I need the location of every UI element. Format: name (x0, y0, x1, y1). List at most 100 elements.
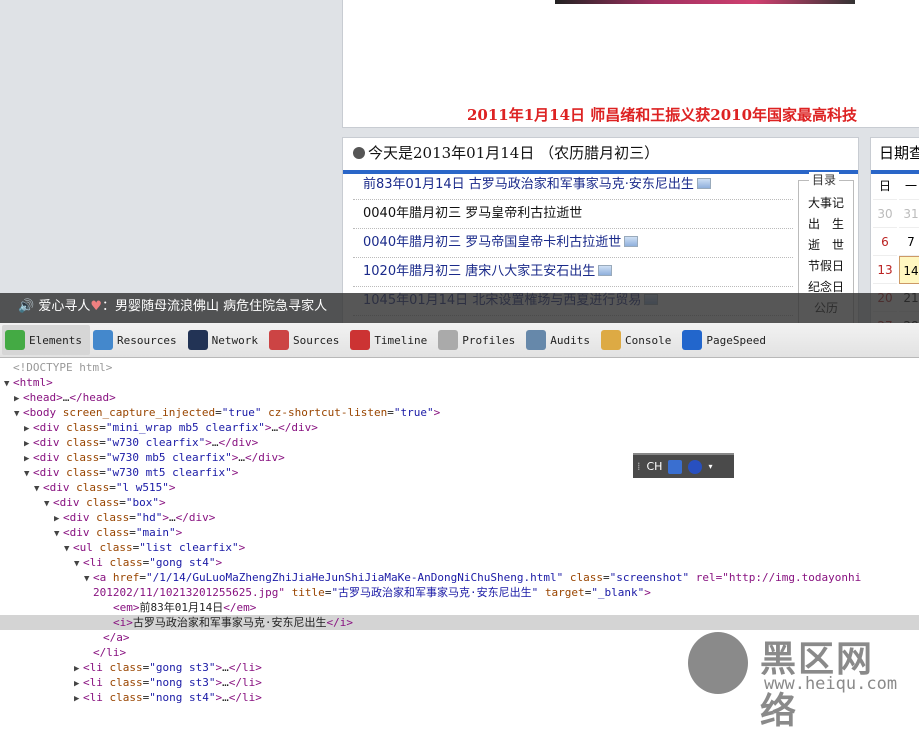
node-markup: <div class="w730 mt5 clearfix"> (33, 466, 239, 479)
tab-network[interactable]: Network (185, 325, 266, 355)
dom-node-line[interactable]: ▶ <div class="mini_wrap mb5 clearfix">…</… (0, 420, 919, 435)
event-text: 罗马皇帝利古拉逝世 (465, 206, 583, 221)
dom-node-line[interactable]: ▼ <div class="main"> (0, 525, 919, 540)
event-date: 前83年01月14日 (363, 177, 465, 192)
watermark: 黑区网络 www.heiqu.com (688, 630, 908, 732)
node-markup: <div class="hd">…</div> (63, 511, 216, 524)
notice-text[interactable]: ：男婴随母流浪佛山 病危住院急寻家人 (102, 299, 327, 314)
toc-item[interactable]: 出 生 (799, 214, 853, 235)
event-row[interactable]: 0040年腊月初三 罗马帝国皇帝卡利古拉逝世 (353, 229, 793, 258)
node-markup: <li class="nong st3">…</li> (83, 676, 262, 689)
toc-item[interactable]: 大事记 (799, 193, 853, 214)
weekday-label: 一 (899, 172, 919, 200)
node-markup: <html> (13, 376, 53, 389)
event-row[interactable]: 1020年腊月初三 唐宋八大家王安石出生 (353, 258, 793, 287)
dom-node-line[interactable]: ▶ <div class="w730 clearfix">…</div> (0, 435, 919, 450)
event-row[interactable]: 0040年腊月初三 罗马皇帝利古拉逝世 (353, 200, 793, 229)
ime-language[interactable]: CH (647, 460, 663, 473)
dom-node-line[interactable]: ▶ <head>…</head> (0, 390, 919, 405)
timeline-icon (350, 330, 371, 350)
profiles-icon (438, 330, 459, 350)
picture-icon (624, 236, 639, 247)
help-icon[interactable] (688, 459, 703, 474)
node-markup: <li class="gong st4"> (83, 556, 223, 569)
dom-node-line[interactable]: ▼ <li class="gong st4"> (0, 555, 919, 570)
calendar-day[interactable]: 6 (873, 228, 897, 256)
ime-menu-icon[interactable]: ▾ (708, 462, 712, 471)
dom-node-line[interactable]: <i>古罗马政治家和军事家马克·安东尼出生</i> (0, 615, 919, 630)
network-icon (187, 330, 208, 350)
notice-bar[interactable]: 🔊 爱心寻人♥：男婴随母流浪佛山 病危住院急寻家人 (0, 293, 919, 323)
sources-icon (268, 330, 289, 350)
calendar-day[interactable]: 30 (873, 200, 897, 228)
dom-node-line[interactable]: ▼ <div class="box"> (0, 495, 919, 510)
toc-item[interactable]: 逝 世 (799, 235, 853, 256)
dom-node-line[interactable]: ▶ <div class="hd">…</div> (0, 510, 919, 525)
tab-sources[interactable]: Sources (266, 325, 347, 355)
event-text: 唐宋八大家王安石出生 (465, 264, 596, 279)
today-header: 今天是2013年01月14日 （农历腊月初三） (343, 138, 858, 174)
dom-node-line[interactable]: ▼ <div class="w730 mt5 clearfix"> (0, 465, 919, 480)
watermark-url: www.heiqu.com (764, 674, 898, 694)
tab-elements[interactable]: Elements (2, 325, 90, 355)
headline-link[interactable]: 2011年1月14日 师昌绪和王振义获2010年国家最高科技 (467, 104, 857, 125)
node-markup: <div class="box"> (53, 496, 166, 509)
picture-icon (696, 178, 711, 189)
pagespeed-icon (682, 330, 703, 350)
event-date: 0040年腊月初三 (363, 235, 462, 250)
node-markup: <div class="w730 mb5 clearfix">…</div> (33, 451, 285, 464)
dom-node-line[interactable]: <em>前83年01月14日</em> (0, 600, 919, 615)
calendar-day[interactable]: 13 (873, 256, 897, 284)
ime-toolbar[interactable]: ⁞ CH ▾ (633, 453, 734, 478)
node-markup: </a> (103, 631, 130, 644)
tab-audits[interactable]: Audits (523, 325, 598, 355)
calendar-day[interactable]: 14 (899, 256, 919, 284)
node-markup: <li class="gong st3">…</li> (83, 661, 262, 674)
browser-page: 2011年1月14日 师昌绪和王振义获2010年国家最高科技 今天是2013年0… (0, 0, 919, 323)
node-markup: <body screen_capture_injected="true" cz-… (23, 406, 441, 419)
node-markup: <div class="main"> (63, 526, 183, 539)
node-markup: <div class="w730 clearfix">…</div> (33, 436, 259, 449)
event-row[interactable]: 前83年01月14日 古罗马政治家和军事家马克·安东尼出生 (353, 171, 793, 200)
toc-title: 目录 (809, 172, 840, 188)
notice-prefix: 爱心寻人 (38, 299, 91, 314)
heart-icon: ♥ (90, 299, 102, 314)
calendar-title: 日期查 (871, 138, 919, 174)
calendar-day[interactable]: 31 (899, 200, 919, 228)
event-date: 0040年腊月初三 (363, 206, 462, 221)
node-markup: <div class="l w515"> (43, 481, 176, 494)
today-title: 今天是2013年01月14日 （农历腊月初三） (368, 144, 660, 162)
console-icon (601, 330, 622, 350)
toc-item[interactable]: 节假日 (799, 256, 853, 277)
tab-console[interactable]: Console (598, 325, 679, 355)
tab-profiles[interactable]: Profiles (435, 325, 523, 355)
node-markup: 201202/11/10213201255625.jpg" title="古罗马… (93, 586, 651, 599)
calendar-day[interactable]: 7 (899, 228, 919, 256)
ime-p-icon[interactable] (668, 459, 683, 474)
node-markup: <!DOCTYPE html> (13, 361, 113, 374)
dom-node-line[interactable]: <!DOCTYPE html> (0, 360, 919, 375)
dom-node-line[interactable]: ▼ <body screen_capture_injected="true" cz… (0, 405, 919, 420)
tab-timeline[interactable]: Timeline (347, 325, 435, 355)
node-markup: <div class="mini_wrap mb5 clearfix">…</d… (33, 421, 318, 434)
tab-pagespeed[interactable]: PageSpeed (679, 325, 774, 355)
event-text: 古罗马政治家和军事家马克·安东尼出生 (468, 177, 694, 192)
dom-node-line[interactable]: ▼ <a href="/1/14/GuLuoMaZhengZhiJiaHeJunS… (0, 570, 919, 585)
node-markup: <ul class="list clearfix"> (73, 541, 246, 554)
dom-node-line[interactable]: ▼ <ul class="list clearfix"> (0, 540, 919, 555)
node-markup: <i>古罗马政治家和军事家马克·安东尼出生</i> (113, 616, 353, 629)
dom-node-line[interactable]: 201202/11/10213201255625.jpg" title="古罗马… (0, 585, 919, 600)
devtools-toolbar: Elements Resources Network Sources Timeline P… (0, 323, 919, 358)
dom-node-line[interactable]: ▼ <div class="l w515"> (0, 480, 919, 495)
elements-icon (5, 330, 25, 350)
tab-resources[interactable]: Resources (90, 325, 185, 355)
speaker-icon: 🔊 (18, 299, 35, 314)
drag-handle-icon[interactable]: ⁞ (637, 460, 641, 473)
expand-triangle-icon[interactable]: ▶ (74, 692, 83, 707)
node-markup: <em>前83年01月14日</em> (113, 601, 257, 614)
event-date: 1020年腊月初三 (363, 264, 462, 279)
dom-node-line[interactable]: ▶ <div class="w730 mb5 clearfix">…</div> (0, 450, 919, 465)
picture-icon (598, 265, 613, 276)
dom-node-line[interactable]: ▼ <html> (0, 375, 919, 390)
resources-icon (92, 330, 113, 350)
